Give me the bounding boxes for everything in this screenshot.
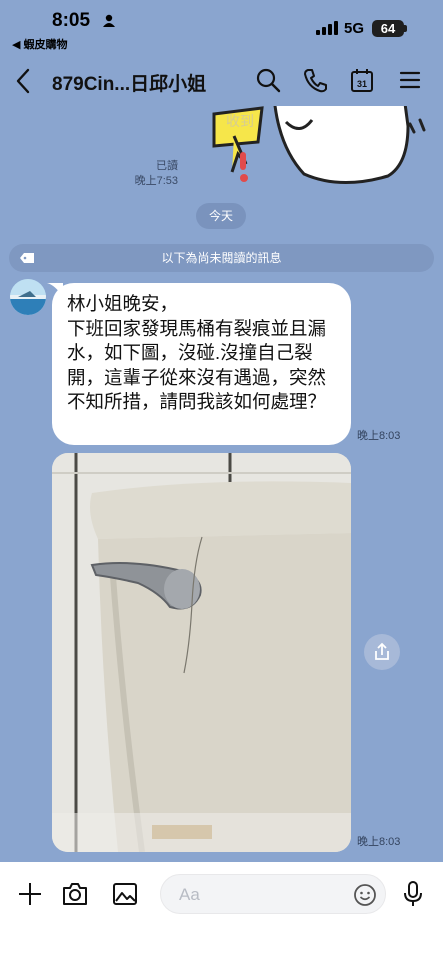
image-icon[interactable] (110, 879, 140, 909)
camera-icon[interactable] (60, 879, 90, 909)
message-bubble[interactable]: 林小姐晚安， 下班回家發現馬桶有裂痕並且漏水，如下圖，沒碰.沒撞自己裂開，這輩子… (52, 283, 351, 445)
person-icon (103, 14, 115, 27)
battery-level: 64 (372, 20, 404, 37)
input-bar: Aa (0, 862, 443, 926)
back-to-app-link[interactable]: ◀ 蝦皮購物 (12, 36, 68, 52)
unread-divider: 以下為尚未閱讀的訊息 (9, 244, 434, 272)
share-icon (375, 642, 389, 660)
message-time: 晚上8:03 (357, 430, 401, 442)
previous-message-time: 晚上7:53 (134, 175, 178, 187)
svg-text:31: 31 (357, 79, 367, 89)
photo-message[interactable] (52, 453, 351, 852)
avatar-image (10, 279, 46, 315)
message-input[interactable]: Aa (160, 874, 386, 914)
chat-background: 8:05 ◀ 蝦皮購物 5G 64 879Cin...日邱小姐 31 收到 已讀… (0, 0, 443, 862)
svg-text:收到: 收到 (226, 114, 254, 130)
search-icon[interactable] (254, 66, 282, 94)
toilet-tank-photo (52, 453, 351, 852)
read-receipt: 已讀 (156, 160, 178, 172)
back-arrow-icon[interactable] (12, 66, 34, 96)
phone-icon[interactable] (302, 66, 330, 94)
date-separator: 今天 (196, 203, 246, 229)
unread-divider-text: 以下為尚未閱讀的訊息 (161, 251, 282, 265)
microphone-icon[interactable] (398, 879, 428, 909)
share-button[interactable] (364, 634, 400, 670)
message-input-placeholder: Aa (179, 885, 200, 904)
avatar[interactable] (10, 279, 46, 315)
chat-title[interactable]: 879Cin...日邱小姐 (52, 69, 206, 96)
emoji-icon[interactable] (353, 883, 377, 907)
status-time: 8:05 (52, 10, 91, 31)
sticker-image: 收到 (212, 106, 426, 184)
status-bar: 8:05 ◀ 蝦皮購物 5G 64 (0, 0, 443, 56)
menu-icon[interactable] (396, 66, 424, 94)
battery-tip (404, 25, 407, 32)
plus-icon[interactable] (15, 879, 45, 909)
signal-icon (316, 21, 338, 35)
sticker-message[interactable]: 收到 (200, 106, 443, 188)
chat-header: 879Cin...日邱小姐 31 (0, 56, 443, 106)
network-type: 5G (344, 20, 365, 37)
calendar-icon[interactable]: 31 (348, 66, 376, 94)
photo-message-time: 晚上8:03 (357, 836, 401, 848)
